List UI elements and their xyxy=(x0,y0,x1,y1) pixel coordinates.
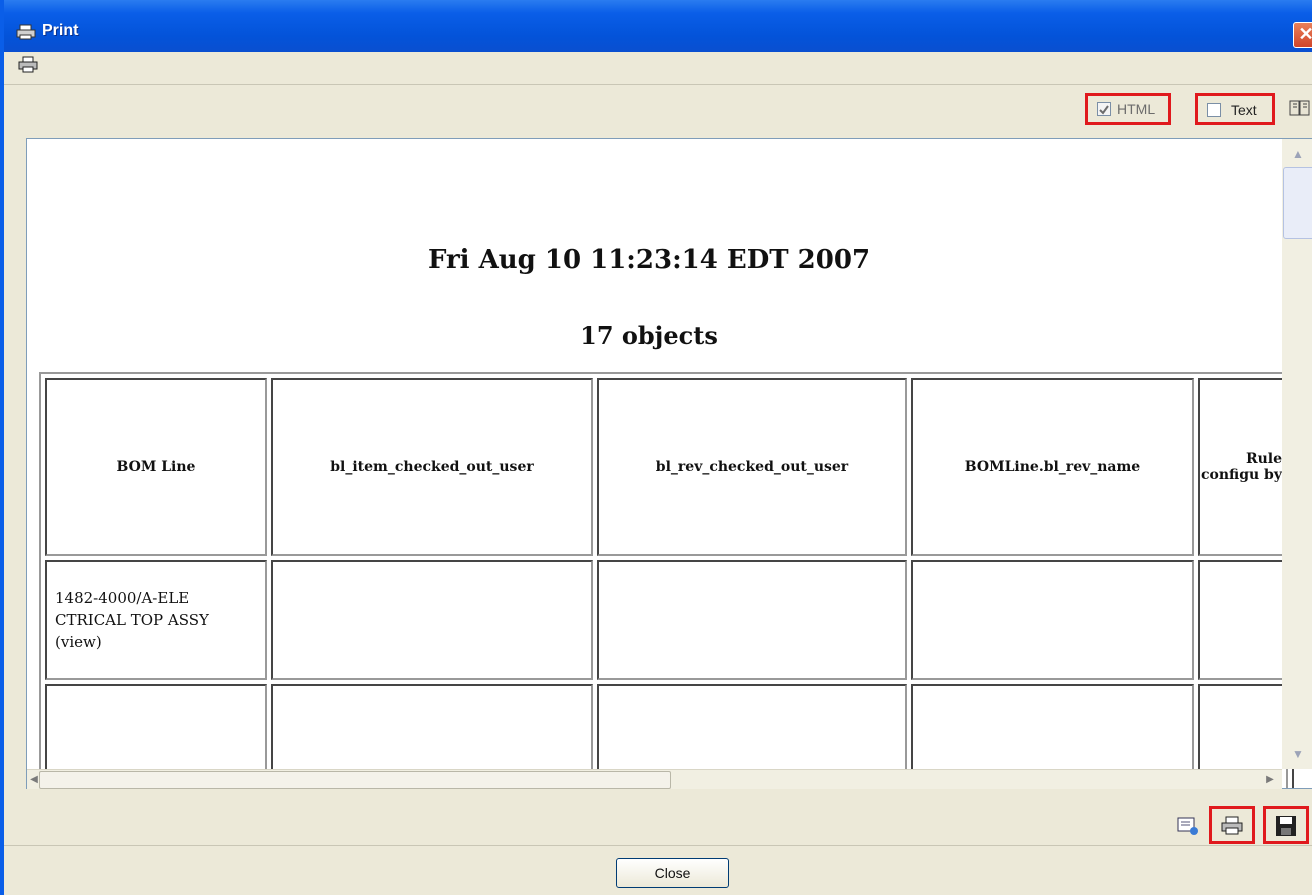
print-dialog: Print ✕ HTML Text Fri Aug 10 11:23:14 ED… xyxy=(0,0,1312,895)
column-header: bl_item_checked_out_user xyxy=(271,378,593,556)
scroll-up-icon[interactable]: ▲ xyxy=(1286,143,1310,165)
vertical-scroll-thumb[interactable] xyxy=(1283,167,1312,239)
html-label: HTML xyxy=(1117,101,1156,117)
table-cell xyxy=(271,560,593,680)
scroll-right-icon[interactable]: ▶ xyxy=(1263,770,1277,790)
print-toolbar-icon[interactable] xyxy=(18,56,38,74)
title-bar: Print ✕ xyxy=(4,0,1312,52)
text-format-option[interactable]: Text xyxy=(1195,93,1275,125)
column-header: Rule configu by xyxy=(1198,378,1288,556)
printer-icon xyxy=(16,24,36,40)
table-cell xyxy=(911,560,1194,680)
print-preview-pane: Fri Aug 10 11:23:14 EDT 2007 17 objects … xyxy=(26,138,1312,789)
print-icon[interactable] xyxy=(1220,814,1244,838)
column-header: BOM Line xyxy=(45,378,267,556)
table-header-row: BOM Line bl_item_checked_out_user bl_rev… xyxy=(45,378,1288,556)
checkmark-icon xyxy=(1099,105,1109,115)
table-cell xyxy=(597,560,907,680)
html-checkbox[interactable] xyxy=(1097,102,1111,116)
column-header: BOMLine.bl_rev_name xyxy=(911,378,1194,556)
toolbar-separator xyxy=(4,84,1312,85)
window-title: Print xyxy=(42,22,79,39)
horizontal-scrollbar[interactable]: ◀ ▶ xyxy=(27,769,1282,789)
column-header: bl_rev_checked_out_user xyxy=(597,378,907,556)
document-count-heading: 17 objects xyxy=(580,321,718,350)
horizontal-scroll-thumb[interactable] xyxy=(39,771,671,789)
close-window-button[interactable]: ✕ xyxy=(1293,22,1312,48)
html-format-option[interactable]: HTML xyxy=(1085,93,1171,125)
table-cell xyxy=(1198,560,1288,680)
bom-table: BOM Line bl_item_checked_out_user bl_rev… xyxy=(39,372,1294,788)
text-checkbox[interactable] xyxy=(1207,103,1221,117)
save-icon[interactable] xyxy=(1274,814,1298,838)
action-bar xyxy=(4,800,1312,844)
scroll-down-icon[interactable]: ▼ xyxy=(1286,743,1310,765)
table-row: 1482-4000/A-ELE CTRICAL TOP ASSY (view) xyxy=(45,560,1288,680)
bom-line-cell: 1482-4000/A-ELE CTRICAL TOP ASSY (view) xyxy=(45,560,267,680)
document-date-heading: Fri Aug 10 11:23:14 EDT 2007 xyxy=(427,245,871,275)
footer-separator xyxy=(4,845,1312,846)
glasses-icon[interactable] xyxy=(1288,98,1312,120)
export-icon[interactable] xyxy=(1176,814,1200,838)
close-button[interactable]: Close xyxy=(616,858,729,888)
vertical-scrollbar[interactable]: ▲ ▼ xyxy=(1282,139,1312,769)
text-label: Text xyxy=(1231,102,1257,118)
